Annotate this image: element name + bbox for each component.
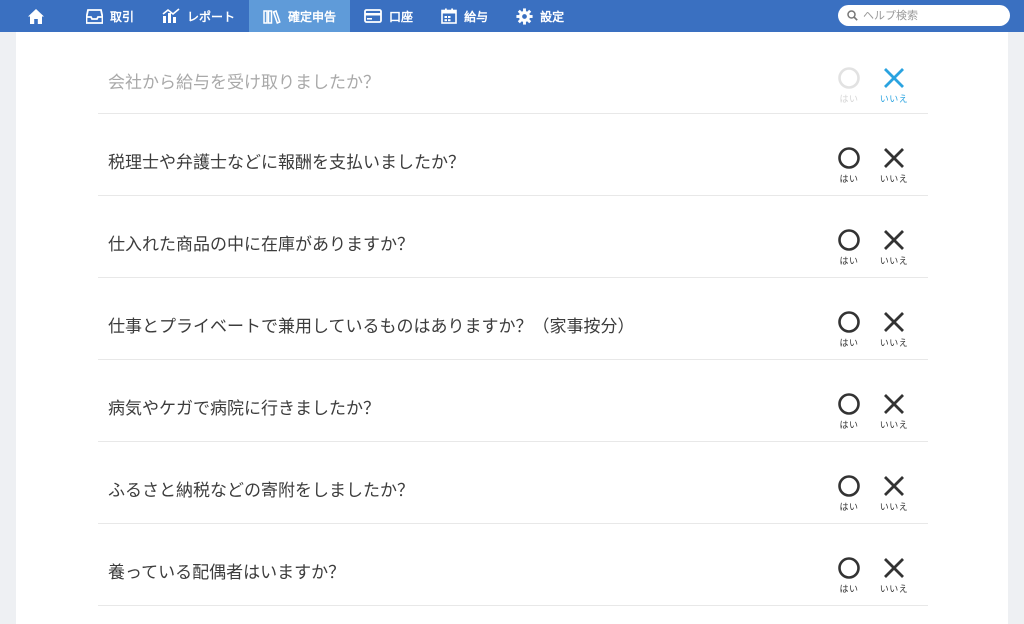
circle-icon — [838, 393, 860, 415]
card-icon — [364, 9, 382, 23]
yes-label: はい — [839, 503, 859, 513]
yes-button[interactable]: はい — [829, 474, 869, 513]
no-button[interactable]: いいえ — [874, 310, 914, 349]
no-label: いいえ — [879, 421, 909, 431]
nav-item-label: 設定 — [540, 9, 565, 24]
nav-item-transactions[interactable]: 取引 — [72, 0, 148, 32]
no-button[interactable]: いいえ — [874, 66, 914, 105]
no-label: いいえ — [879, 339, 909, 349]
nav-item-label: レポート — [187, 9, 236, 24]
no-button[interactable]: いいえ — [874, 556, 914, 595]
yes-button[interactable]: はい — [829, 556, 869, 595]
top-navigation: 取引 レポート 確定申告 口座 給与 設定 ヘルプ検索 — [0, 0, 1024, 32]
no-label: いいえ — [879, 175, 909, 185]
search-input[interactable] — [863, 9, 1003, 22]
nav-item-label: 取引 — [110, 9, 135, 24]
gear-icon — [516, 7, 533, 25]
question-row: 仕事とプライベートで兼用しているものはありますか？（家事按分） はい いいえ — [98, 278, 928, 360]
yes-button[interactable]: はい — [829, 146, 869, 185]
no-label: いいえ — [879, 95, 909, 105]
circle-icon — [838, 557, 860, 579]
cross-icon — [884, 476, 904, 496]
cross-icon — [884, 312, 904, 332]
question-text: 養っている配偶者はいますか？ — [108, 563, 346, 583]
question-row: ふるさと納税などの寄附をしましたか？ はい いいえ — [98, 442, 928, 524]
question-row: 仕入れた商品の中に在庫がありますか？ はい いいえ — [98, 196, 928, 278]
no-button[interactable]: いいえ — [874, 392, 914, 431]
no-button[interactable]: いいえ — [874, 474, 914, 513]
question-text: 仕事とプライベートで兼用しているものはありますか？（家事按分） — [108, 317, 635, 337]
question-text: 会社から給与を受け取りましたか？ — [108, 73, 380, 93]
question-row: 会社から給与を受け取りましたか？ はい いいえ — [98, 32, 928, 114]
nav-item-label: 給与 — [464, 9, 489, 24]
question-row: 税理士や弁護士などに報酬を支払いましたか？ はい いいえ — [98, 114, 928, 196]
home-icon — [28, 8, 44, 24]
nav-item-label: 確定申告 — [288, 9, 337, 24]
yes-label: はい — [839, 585, 859, 595]
circle-icon — [838, 475, 860, 497]
no-button[interactable]: いいえ — [874, 146, 914, 185]
search-icon — [847, 10, 858, 21]
question-row: 病気やケガで病院に行きましたか？ はい いいえ — [98, 360, 928, 442]
nav-item-label: 口座 — [389, 9, 414, 24]
circle-icon — [838, 229, 860, 251]
yes-label: はい — [839, 421, 859, 431]
yes-label: はい — [839, 175, 859, 185]
nav-item-settings[interactable]: 設定 — [502, 0, 578, 32]
yes-label: はい — [839, 95, 859, 105]
inbox-icon — [86, 8, 103, 24]
question-text: 病気やケガで病院に行きましたか？ — [108, 399, 380, 419]
yes-label: はい — [839, 257, 859, 267]
no-label: いいえ — [879, 503, 909, 513]
yes-button[interactable]: はい — [829, 228, 869, 267]
nav-item-reports[interactable]: レポート — [148, 0, 249, 32]
circle-icon — [838, 67, 860, 89]
yes-button[interactable]: はい — [829, 310, 869, 349]
home-button[interactable] — [0, 0, 72, 32]
bar-chart-icon — [162, 8, 180, 23]
question-row: 養っている配偶者はいますか？ はい いいえ — [98, 524, 928, 606]
question-list: 会社から給与を受け取りましたか？ はい いいえ 税理士や弁護士などに報酬を支払い… — [98, 32, 928, 606]
cross-icon — [884, 394, 904, 414]
no-label: いいえ — [879, 257, 909, 267]
no-button[interactable]: いいえ — [874, 228, 914, 267]
circle-icon — [838, 311, 860, 333]
question-text: 仕入れた商品の中に在庫がありますか？ — [108, 235, 414, 255]
cross-icon — [884, 558, 904, 578]
cross-icon — [884, 230, 904, 250]
questionnaire-panel: 会社から給与を受け取りましたか？ はい いいえ 税理士や弁護士などに報酬を支払い… — [16, 32, 1008, 624]
nav-item-tax-return[interactable]: 確定申告 — [249, 0, 351, 32]
help-search[interactable] — [838, 5, 1010, 26]
yes-button[interactable]: はい — [829, 392, 869, 431]
cross-icon — [884, 68, 904, 88]
yes-button[interactable]: はい — [829, 66, 869, 105]
yes-label: はい — [839, 339, 859, 349]
circle-icon — [838, 147, 860, 169]
nav-item-accounts[interactable]: 口座 — [350, 0, 427, 32]
cross-icon — [884, 148, 904, 168]
calendar-icon — [441, 8, 457, 24]
no-label: いいえ — [879, 585, 909, 595]
nav-item-payroll[interactable]: 給与 — [427, 0, 502, 32]
question-text: ふるさと納税などの寄附をしましたか？ — [108, 481, 414, 501]
question-text: 税理士や弁護士などに報酬を支払いましたか？ — [108, 153, 465, 173]
books-icon — [263, 9, 281, 24]
